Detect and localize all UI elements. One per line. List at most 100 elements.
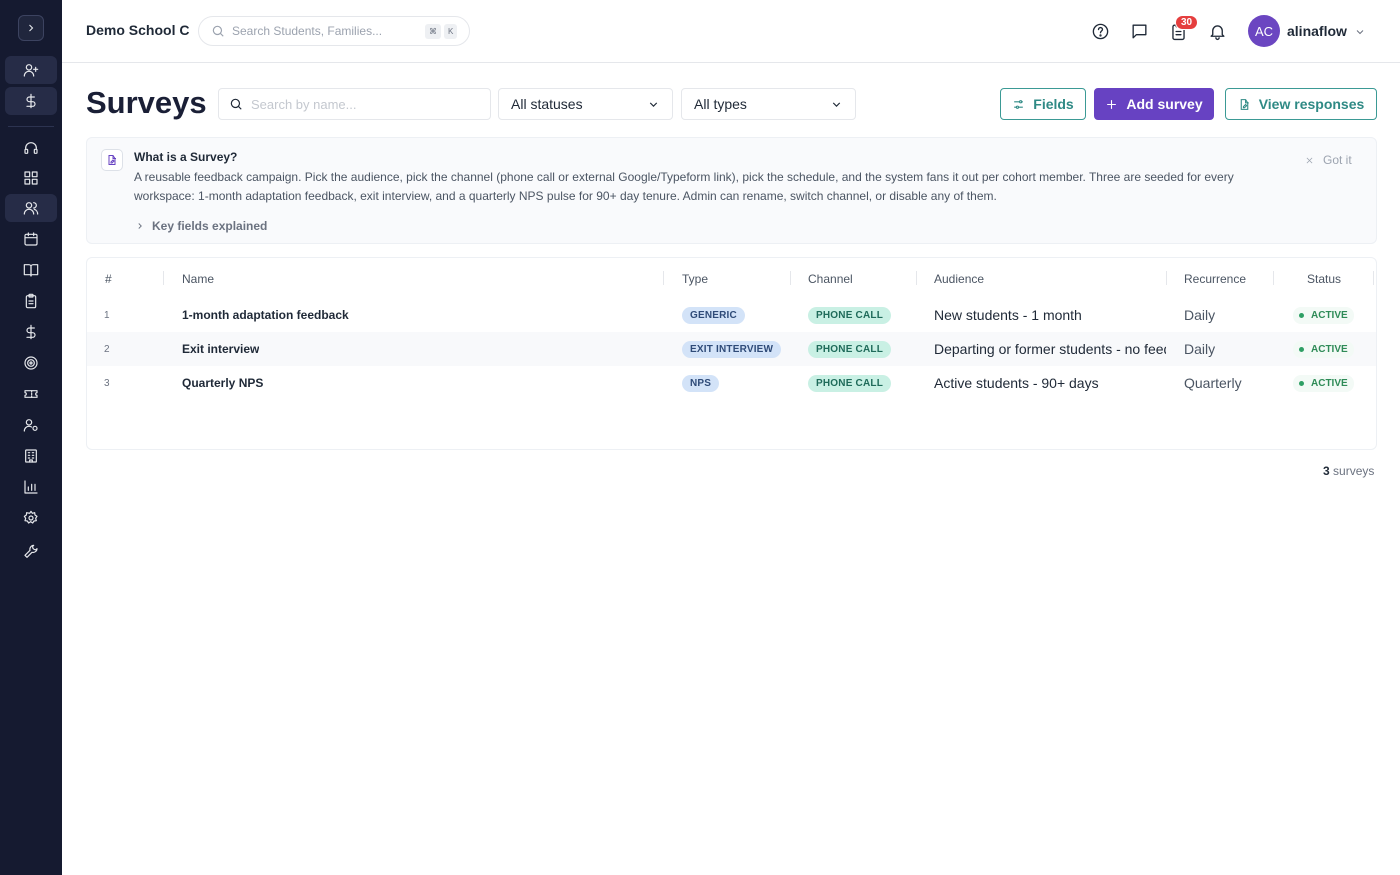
- survey-search[interactable]: [218, 88, 491, 120]
- status-dot: [1299, 380, 1304, 386]
- type-filter-select[interactable]: All types: [681, 88, 856, 120]
- column-header-name[interactable]: Name: [182, 272, 214, 286]
- user-menu-toggle[interactable]: [1354, 25, 1366, 43]
- status-filter-value: All statuses: [511, 96, 583, 112]
- sidebar-item-courses[interactable]: [5, 256, 57, 284]
- info-dismiss-button[interactable]: Got it: [1305, 153, 1352, 167]
- search-icon: [230, 98, 242, 110]
- row-number: 1: [104, 309, 110, 321]
- column-divider[interactable]: [790, 271, 791, 285]
- column-divider[interactable]: [1273, 271, 1274, 285]
- shortcut-mod-key: ⌘: [425, 23, 441, 39]
- sidebar-item-branches[interactable]: [5, 442, 57, 470]
- school-name: Demo School C: [86, 22, 190, 38]
- key-fields-toggle-label: Key fields explained: [152, 219, 268, 233]
- sidebar-item-settings[interactable]: [5, 504, 57, 532]
- row-number: 2: [104, 343, 110, 355]
- clipboard-icon: [25, 293, 37, 309]
- sidebar-expand-button[interactable]: [18, 15, 44, 41]
- sidebar-item-finance[interactable]: [5, 87, 57, 115]
- status-filter-select[interactable]: All statuses: [498, 88, 673, 120]
- table-row[interactable]: 2 Exit interview EXIT INTERVIEW PHONE CA…: [87, 332, 1376, 366]
- table-row[interactable]: 1 1-month adaptation feedback GENERIC PH…: [87, 298, 1376, 332]
- sidebar-item-dashboard[interactable]: [5, 164, 57, 192]
- survey-name[interactable]: Exit interview: [182, 332, 259, 366]
- chat-icon: [1131, 23, 1147, 39]
- status-label: ACTIVE: [1311, 309, 1348, 321]
- notifications-button[interactable]: [1206, 20, 1228, 42]
- close-icon: [1306, 157, 1313, 163]
- column-header-channel[interactable]: Channel: [808, 272, 853, 286]
- ticket-icon: [24, 390, 38, 398]
- key-fields-toggle[interactable]: Key fields explained: [135, 219, 267, 233]
- audience-cell: Active students - 90+ days: [934, 375, 1099, 391]
- chevron-right-icon: [29, 24, 34, 32]
- gear-icon: [23, 510, 38, 524]
- add-survey-button[interactable]: Add survey: [1094, 88, 1214, 120]
- audience-cell: Departing or former students - no feedba…: [934, 341, 1166, 357]
- sidebar-item-students[interactable]: [5, 194, 57, 222]
- column-header-audience[interactable]: Audience: [934, 272, 984, 286]
- user-avatar[interactable]: AC: [1248, 15, 1280, 47]
- view-responses-button[interactable]: View responses: [1225, 88, 1377, 120]
- type-badge: GENERIC: [682, 306, 745, 324]
- global-search[interactable]: ⌘ K: [198, 16, 470, 46]
- page-title: Surveys: [86, 85, 207, 120]
- column-divider[interactable]: [916, 271, 917, 285]
- sidebar-item-staff[interactable]: [5, 411, 57, 439]
- shortcut-letter-key: K: [444, 23, 458, 39]
- bar-chart-icon: [24, 480, 38, 494]
- dashboard-icon: [24, 171, 38, 185]
- tasks-count-badge: 30: [1175, 15, 1199, 30]
- column-header-number[interactable]: #: [105, 272, 112, 286]
- column-divider[interactable]: [163, 271, 164, 285]
- sidebar-item-support[interactable]: [5, 134, 57, 162]
- fields-button-label: Fields: [1033, 96, 1074, 112]
- target-icon: [24, 356, 38, 370]
- sidebar-item-leads[interactable]: [5, 56, 57, 84]
- messages-button[interactable]: [1128, 20, 1150, 42]
- add-survey-button-label: Add survey: [1126, 96, 1203, 112]
- sidebar-item-reports[interactable]: [5, 473, 57, 501]
- survey-info-panel: What is a Survey? A reusable feedback ca…: [86, 137, 1377, 244]
- column-divider[interactable]: [1166, 271, 1167, 285]
- sidebar-item-goals[interactable]: [5, 349, 57, 377]
- survey-name[interactable]: 1-month adaptation feedback: [182, 298, 349, 332]
- audience-cell: New students - 1 month: [934, 307, 1082, 323]
- type-badge: NPS: [682, 374, 720, 392]
- sidebar-item-calendar[interactable]: [5, 225, 57, 253]
- column-divider[interactable]: [663, 271, 664, 285]
- survey-search-input[interactable]: [251, 96, 481, 112]
- column-header-recurrence[interactable]: Recurrence: [1184, 272, 1246, 286]
- status-cell: ACTIVE: [1293, 332, 1354, 366]
- user-name[interactable]: alinaflow: [1287, 23, 1347, 39]
- survey-count-label: surveys: [1333, 464, 1375, 478]
- column-header-status[interactable]: Status: [1307, 272, 1341, 286]
- global-search-input[interactable]: [232, 24, 422, 38]
- recurrence-cell: Daily: [1184, 307, 1216, 323]
- surveys-table: # Name Type Channel Audience Recurrence …: [86, 257, 1377, 450]
- table-row[interactable]: 3 Quarterly NPS NPS PHONE CALL Active st…: [87, 366, 1376, 400]
- info-panel-icon: [101, 149, 123, 171]
- survey-name[interactable]: Quarterly NPS: [182, 366, 263, 400]
- survey-count-number: 3: [1323, 464, 1330, 478]
- help-icon: [1092, 23, 1108, 39]
- wrench-icon: [24, 544, 38, 558]
- column-header-type[interactable]: Type: [682, 272, 708, 286]
- sidebar-item-tasks[interactable]: [5, 287, 57, 315]
- status-cell: ACTIVE: [1293, 298, 1354, 332]
- status-badge: ACTIVE: [1293, 306, 1354, 324]
- help-button[interactable]: [1089, 20, 1111, 42]
- document-edit-icon: [108, 155, 116, 165]
- channel-cell: PHONE CALL: [808, 298, 891, 332]
- status-label: ACTIVE: [1311, 343, 1348, 355]
- sidebar-item-tools[interactable]: [5, 536, 57, 564]
- column-divider[interactable]: [1373, 271, 1374, 285]
- headset-icon: [24, 142, 38, 154]
- type-cell: EXIT INTERVIEW: [682, 332, 782, 366]
- sidebar-item-payments[interactable]: [5, 318, 57, 346]
- sidebar-item-tickets[interactable]: [5, 380, 57, 408]
- info-dismiss-label: Got it: [1323, 153, 1352, 167]
- bell-icon: [1209, 24, 1225, 40]
- fields-button[interactable]: Fields: [1000, 88, 1086, 120]
